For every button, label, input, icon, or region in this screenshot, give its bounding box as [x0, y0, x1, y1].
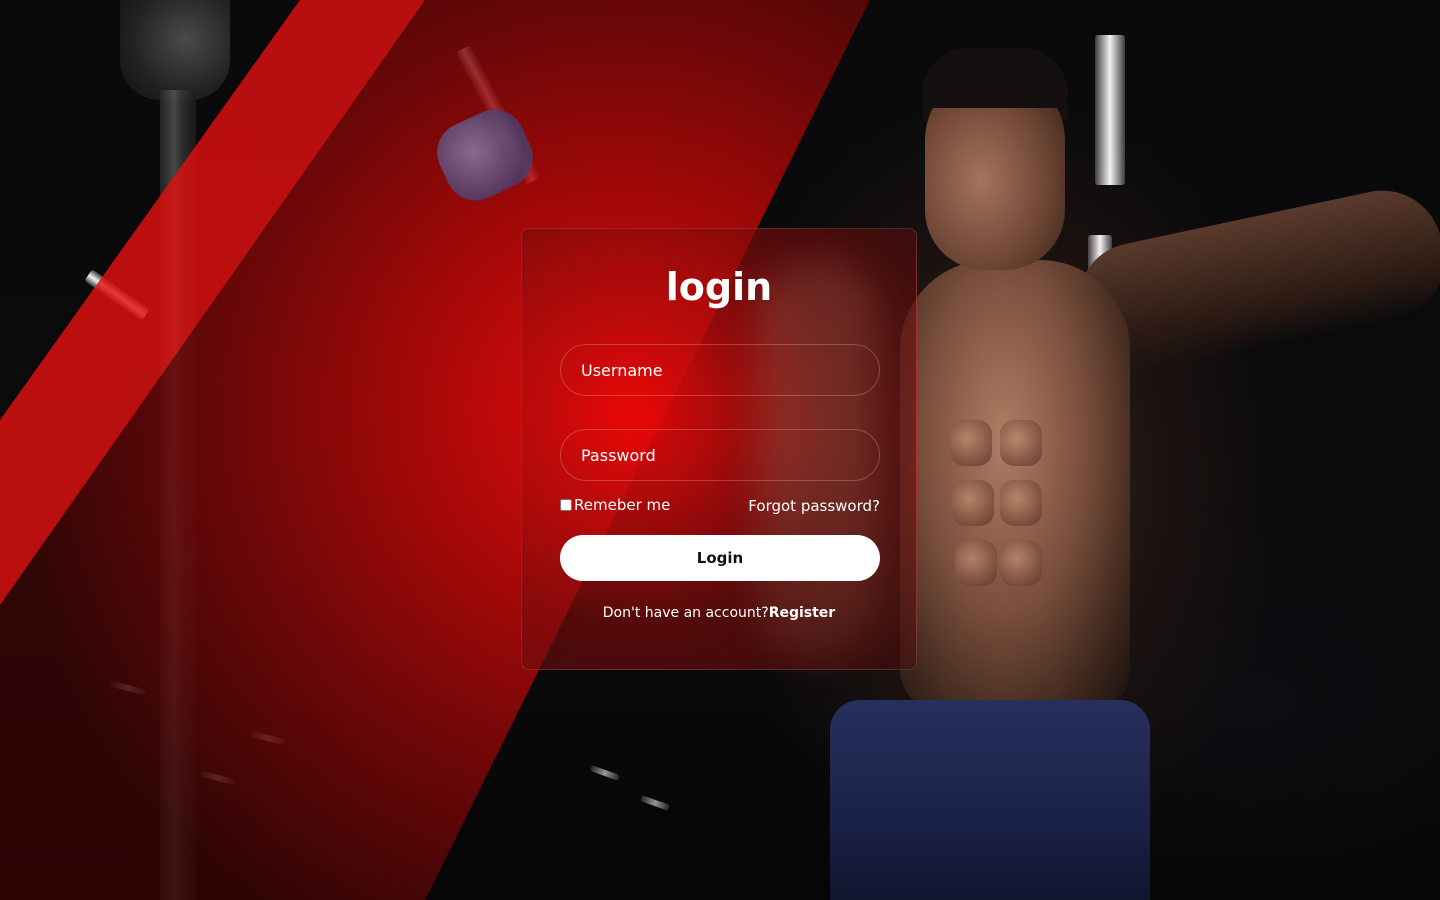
login-title: login	[665, 265, 773, 309]
remember-me[interactable]: Remeber me	[560, 496, 670, 514]
register-row: Don't have an account?Register	[522, 605, 916, 621]
register-prompt: Don't have an account?	[602, 605, 769, 621]
remember-me-checkbox[interactable]	[560, 499, 572, 511]
register-link[interactable]: Register	[769, 605, 836, 621]
login-card: login Remeber me Forgot password? Login …	[521, 228, 917, 670]
username-input[interactable]	[560, 344, 880, 396]
login-options-row: Remeber me Forgot password?	[560, 496, 880, 520]
forgot-password-link[interactable]: Forgot password?	[748, 497, 880, 515]
remember-me-label: Remeber me	[574, 496, 671, 514]
password-input[interactable]	[560, 429, 880, 481]
login-button[interactable]: Login	[560, 535, 880, 581]
